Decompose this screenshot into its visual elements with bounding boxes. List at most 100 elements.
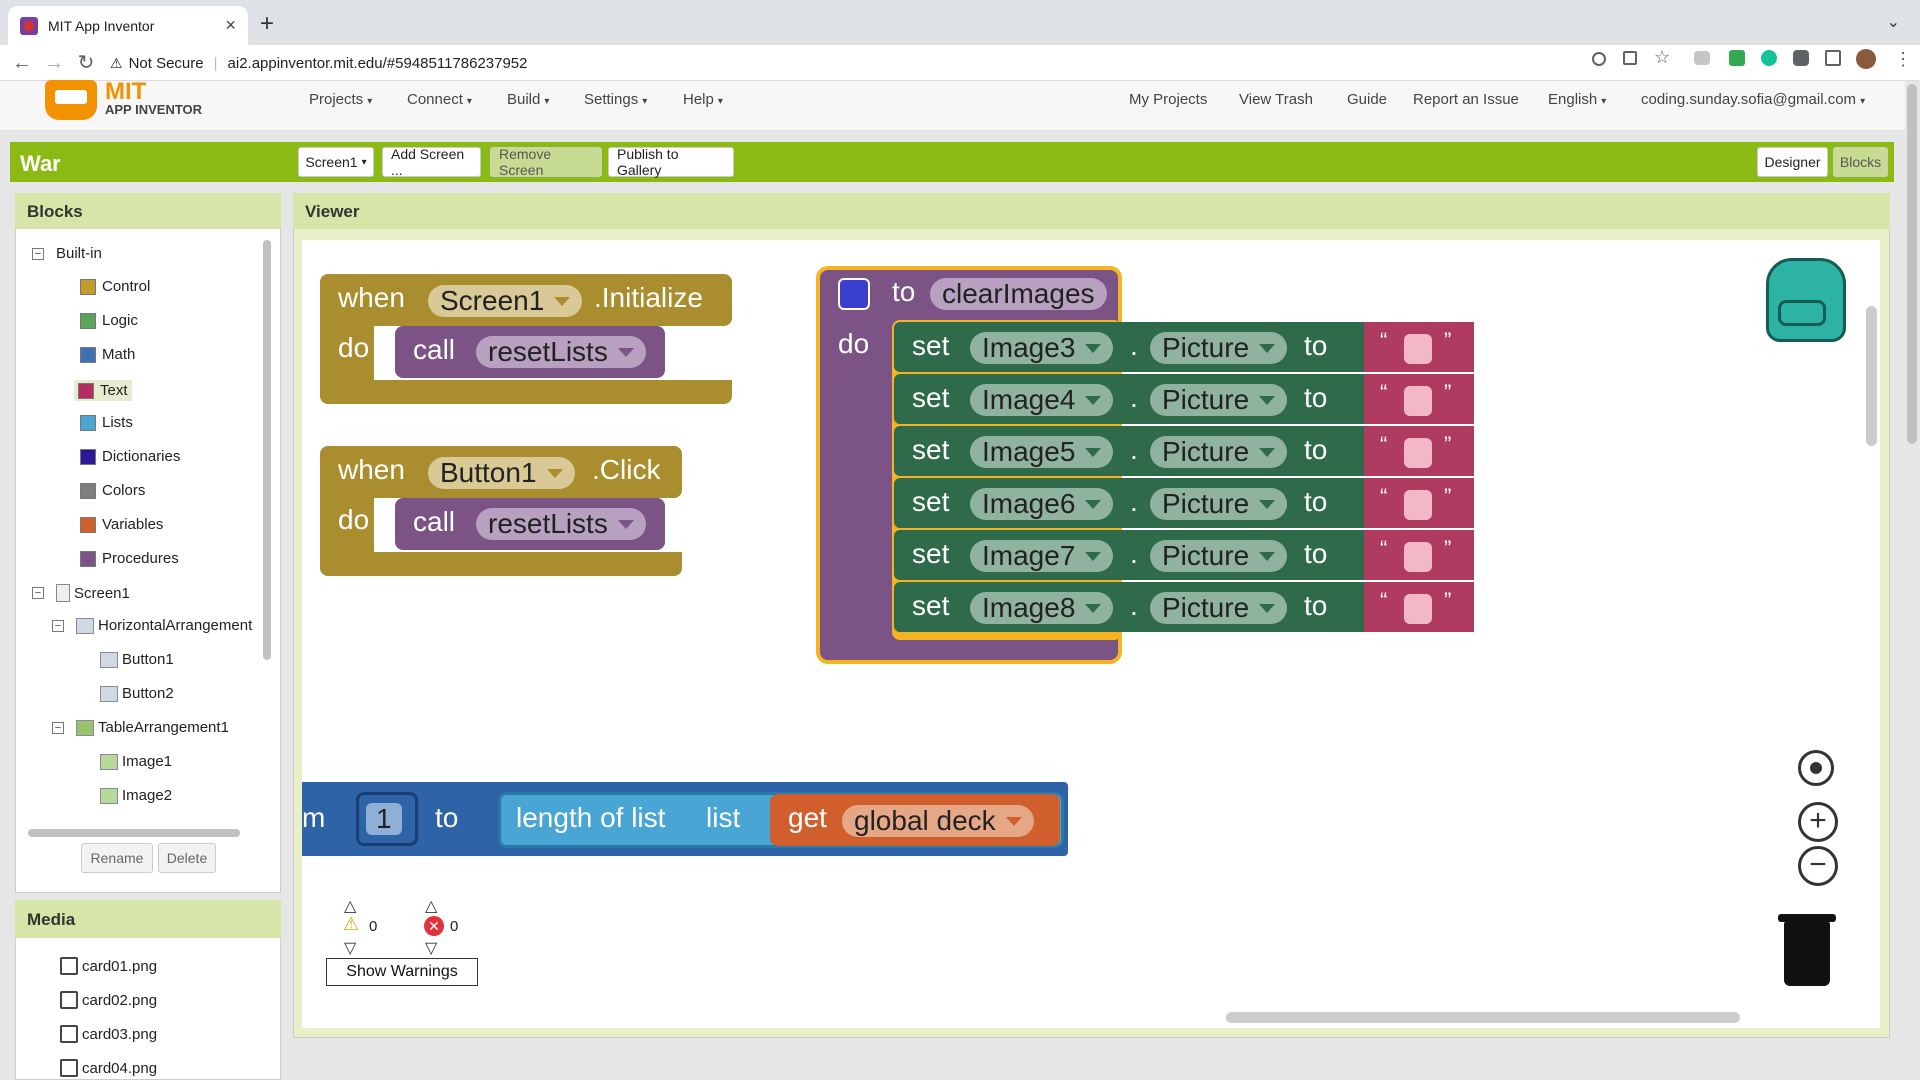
media-item[interactable]: card02.png — [60, 991, 157, 1009]
property-dropdown[interactable]: Picture — [1150, 488, 1288, 520]
menu-build[interactable]: Build ▾ — [507, 91, 549, 108]
close-tab-icon[interactable]: × — [225, 15, 236, 36]
empty-text-block[interactable]: “” — [1364, 426, 1474, 476]
empty-text-field[interactable] — [1404, 386, 1432, 416]
warning-next-arrow-icon[interactable]: ▽ — [344, 938, 356, 958]
media-item[interactable]: card03.png — [60, 1025, 157, 1043]
remove-screen-button[interactable]: Remove Screen — [490, 146, 602, 178]
add-screen-button[interactable]: Add Screen ... — [382, 146, 481, 178]
workspace-vertical-scrollbar[interactable] — [1866, 306, 1877, 446]
show-warnings-button[interactable]: Show Warnings — [326, 958, 478, 986]
blocks-workspace[interactable]: when Screen1 .Initialize do call resetLi… — [302, 240, 1880, 1028]
grammarly-icon[interactable] — [1761, 50, 1777, 66]
empty-text-block[interactable]: “” — [1364, 530, 1474, 580]
tree-item-builtin[interactable]: − Built-in — [32, 245, 102, 262]
gear-icon[interactable] — [838, 278, 870, 310]
share-icon[interactable] — [1623, 51, 1637, 65]
tree-item-image2[interactable]: Image2 — [100, 787, 172, 804]
procedure-dropdown[interactable]: resetLists — [476, 508, 646, 540]
side-panel-icon[interactable] — [1825, 50, 1841, 66]
blocks-button[interactable]: Blocks — [1833, 147, 1888, 177]
tab-search-chevron-icon[interactable]: ⌄ — [1887, 12, 1900, 32]
builtin-category-variables[interactable]: Variables — [80, 516, 163, 533]
component-dropdown[interactable]: Image5 — [970, 436, 1114, 468]
collapse-icon[interactable]: − — [52, 721, 64, 734]
component-dropdown[interactable]: Button1 — [428, 457, 575, 489]
screen-select[interactable]: Screen1 ▾ — [298, 147, 374, 177]
collapse-icon[interactable]: − — [32, 587, 44, 599]
new-tab-button[interactable]: + — [260, 10, 274, 38]
media-item[interactable]: card01.png — [60, 957, 157, 975]
variable-dropdown[interactable]: global deck — [842, 805, 1034, 837]
link-guide[interactable]: Guide — [1347, 91, 1387, 108]
menu-projects[interactable]: Projects ▾ — [309, 91, 372, 108]
rename-button[interactable]: Rename — [81, 843, 153, 873]
profile-avatar[interactable] — [1856, 49, 1876, 69]
empty-text-field[interactable] — [1404, 438, 1432, 468]
warning-prev-arrow-icon[interactable]: △ — [344, 896, 356, 916]
link-view-trash[interactable]: View Trash — [1239, 91, 1313, 108]
tree-item-image1[interactable]: Image1 — [100, 753, 172, 770]
empty-text-block[interactable]: “” — [1364, 582, 1474, 632]
component-dropdown[interactable]: Image4 — [970, 384, 1114, 416]
bookmark-star-icon[interactable]: ☆ — [1654, 47, 1670, 68]
media-item[interactable]: card04.png — [60, 1059, 157, 1077]
drive-icon[interactable] — [1729, 50, 1745, 66]
component-dropdown[interactable]: Screen1 — [428, 285, 583, 317]
builtin-category-dictionaries[interactable]: Dictionaries — [80, 448, 180, 465]
tree-item-button2[interactable]: Button2 — [100, 685, 174, 702]
empty-text-field[interactable] — [1404, 542, 1432, 572]
language-menu[interactable]: English ▾ — [1548, 91, 1606, 108]
component-dropdown[interactable]: Image6 — [970, 488, 1114, 520]
reload-icon[interactable]: ↻ — [72, 49, 100, 77]
menu-connect[interactable]: Connect ▾ — [407, 91, 472, 108]
empty-text-block[interactable]: “” — [1364, 322, 1474, 372]
procedure-name-field[interactable]: clearImages — [930, 278, 1107, 310]
empty-text-field[interactable] — [1404, 490, 1432, 520]
property-dropdown[interactable]: Picture — [1150, 436, 1288, 468]
page-vertical-scrollbar[interactable] — [1907, 84, 1917, 444]
error-next-arrow-icon[interactable]: ▽ — [425, 938, 437, 958]
tree-item-button1[interactable]: Button1 — [100, 651, 174, 668]
component-dropdown[interactable]: Image7 — [970, 540, 1114, 572]
empty-text-field[interactable] — [1404, 334, 1432, 364]
component-dropdown[interactable]: Image8 — [970, 592, 1114, 624]
account-menu[interactable]: coding.sunday.sofia@gmail.com ▾ — [1641, 91, 1865, 108]
blocks-vertical-scrollbar[interactable] — [263, 240, 271, 660]
publish-to-gallery-button[interactable]: Publish to Gallery — [608, 146, 734, 178]
forward-arrow-icon[interactable]: → — [40, 49, 68, 77]
builtin-category-text[interactable]: Text — [74, 380, 132, 401]
cast-icon[interactable] — [1694, 51, 1710, 65]
collapse-icon[interactable]: − — [32, 247, 44, 260]
property-dropdown[interactable]: Picture — [1150, 592, 1288, 624]
workspace-horizontal-scrollbar[interactable] — [1226, 1012, 1740, 1023]
error-prev-arrow-icon[interactable]: △ — [425, 896, 437, 916]
component-dropdown[interactable]: Image3 — [970, 332, 1114, 364]
procedure-dropdown[interactable]: resetLists — [476, 336, 646, 368]
tree-item-screen1[interactable]: − Screen1 — [32, 584, 130, 602]
extensions-icon[interactable] — [1793, 50, 1809, 66]
url-text[interactable]: ai2.appinventor.mit.edu/#594851178623795… — [228, 55, 528, 72]
menu-help[interactable]: Help ▾ — [683, 91, 723, 108]
link-my-projects[interactable]: My Projects — [1129, 91, 1207, 108]
designer-button[interactable]: Designer — [1757, 147, 1828, 177]
builtin-category-procedures[interactable]: Procedures — [80, 550, 179, 567]
blocks-horizontal-scrollbar[interactable] — [28, 829, 240, 837]
browser-menu-icon[interactable]: ⋮ — [1894, 49, 1912, 70]
empty-text-block[interactable]: “” — [1364, 478, 1474, 528]
builtin-category-control[interactable]: Control — [80, 278, 150, 295]
builtin-category-math[interactable]: Math — [80, 346, 135, 363]
property-dropdown[interactable]: Picture — [1150, 384, 1288, 416]
link-report-issue[interactable]: Report an Issue — [1413, 91, 1519, 108]
back-arrow-icon[interactable]: ← — [8, 49, 36, 77]
zoom-in-icon[interactable]: + — [1798, 802, 1838, 842]
delete-button[interactable]: Delete — [158, 843, 216, 873]
tree-item-horizontalarrangement[interactable]: − HorizontalArrangement — [52, 617, 252, 634]
builtin-category-lists[interactable]: Lists — [80, 414, 133, 431]
zoom-out-icon[interactable]: − — [1798, 846, 1838, 886]
browser-tab[interactable]: MIT App Inventor × — [8, 6, 248, 45]
empty-text-block[interactable]: “” — [1364, 374, 1474, 424]
collapse-icon[interactable]: − — [52, 619, 64, 632]
trash-can-icon[interactable] — [1784, 922, 1830, 986]
menu-settings[interactable]: Settings ▾ — [584, 91, 647, 108]
